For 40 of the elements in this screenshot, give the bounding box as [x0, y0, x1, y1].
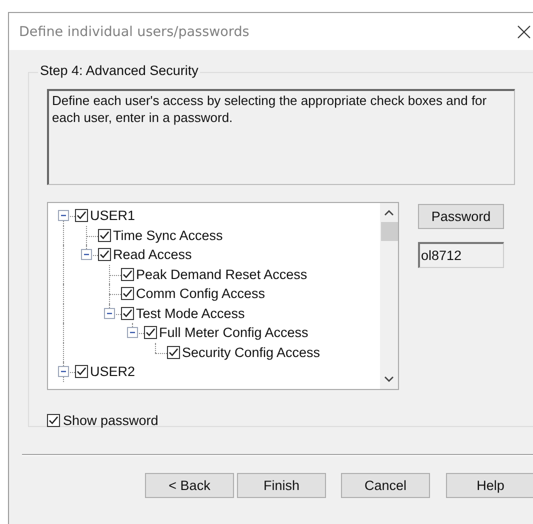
finish-button[interactable]: Finish	[237, 473, 326, 498]
checkbox[interactable]	[75, 365, 88, 378]
group-title: Step 4: Advanced Security	[38, 63, 200, 78]
collapse-icon[interactable]	[127, 327, 138, 338]
checkbox[interactable]	[75, 209, 88, 222]
checkbox[interactable]	[121, 268, 134, 281]
checkbox[interactable]	[144, 326, 157, 340]
tree-item[interactable]: Read Access	[111, 247, 194, 262]
help-button[interactable]: Help	[446, 473, 533, 498]
scrollbar[interactable]	[380, 203, 398, 389]
checkbox[interactable]	[47, 414, 60, 427]
tree-item[interactable]: Test Mode Access	[134, 306, 247, 321]
scroll-down-icon[interactable]	[384, 376, 394, 383]
tree-item[interactable]: Comm Config Access	[134, 286, 268, 302]
back-button[interactable]: < Back	[145, 473, 234, 498]
description-text: Define each user's access by selecting the appropriate check boxes and for each user, enter in a password.	[52, 93, 487, 125]
checkbox-label[interactable]: Show password	[63, 413, 158, 428]
tree-view[interactable]: USER1 Time Sync Access Read Access Peak Demand Reset Access Comm Config Access Test Mode Access Full Meter Config Access Security Config Access USER2	[47, 202, 399, 390]
tree-item[interactable]: USER1	[88, 208, 138, 224]
checkbox[interactable]	[98, 248, 111, 262]
tree-item[interactable]: Full Meter Config Access	[157, 325, 310, 340]
collapse-icon[interactable]	[81, 249, 92, 260]
collapse-icon[interactable]	[58, 366, 69, 378]
tree-item[interactable]: Time Sync Access	[111, 228, 225, 243]
tree-item[interactable]: Peak Demand Reset Access	[134, 266, 310, 282]
scrollbar-thumb[interactable]	[380, 222, 398, 241]
checkbox[interactable]	[98, 228, 111, 242]
password-field[interactable]: ol8712	[418, 242, 504, 268]
cancel-button[interactable]: Cancel	[341, 473, 430, 498]
scroll-up-icon[interactable]	[384, 209, 394, 216]
checkbox[interactable]	[167, 346, 180, 359]
window-title: Define individual users/passwords	[19, 24, 250, 40]
checkbox[interactable]	[121, 287, 134, 300]
password-button[interactable]: Password	[418, 204, 504, 229]
tree-item[interactable]: USER2	[88, 364, 138, 380]
close-icon[interactable]	[517, 24, 531, 38]
collapse-icon[interactable]	[58, 210, 69, 222]
collapse-icon[interactable]	[104, 308, 115, 319]
checkbox[interactable]	[121, 306, 134, 320]
tree-item[interactable]: Security Config Access	[180, 344, 322, 360]
